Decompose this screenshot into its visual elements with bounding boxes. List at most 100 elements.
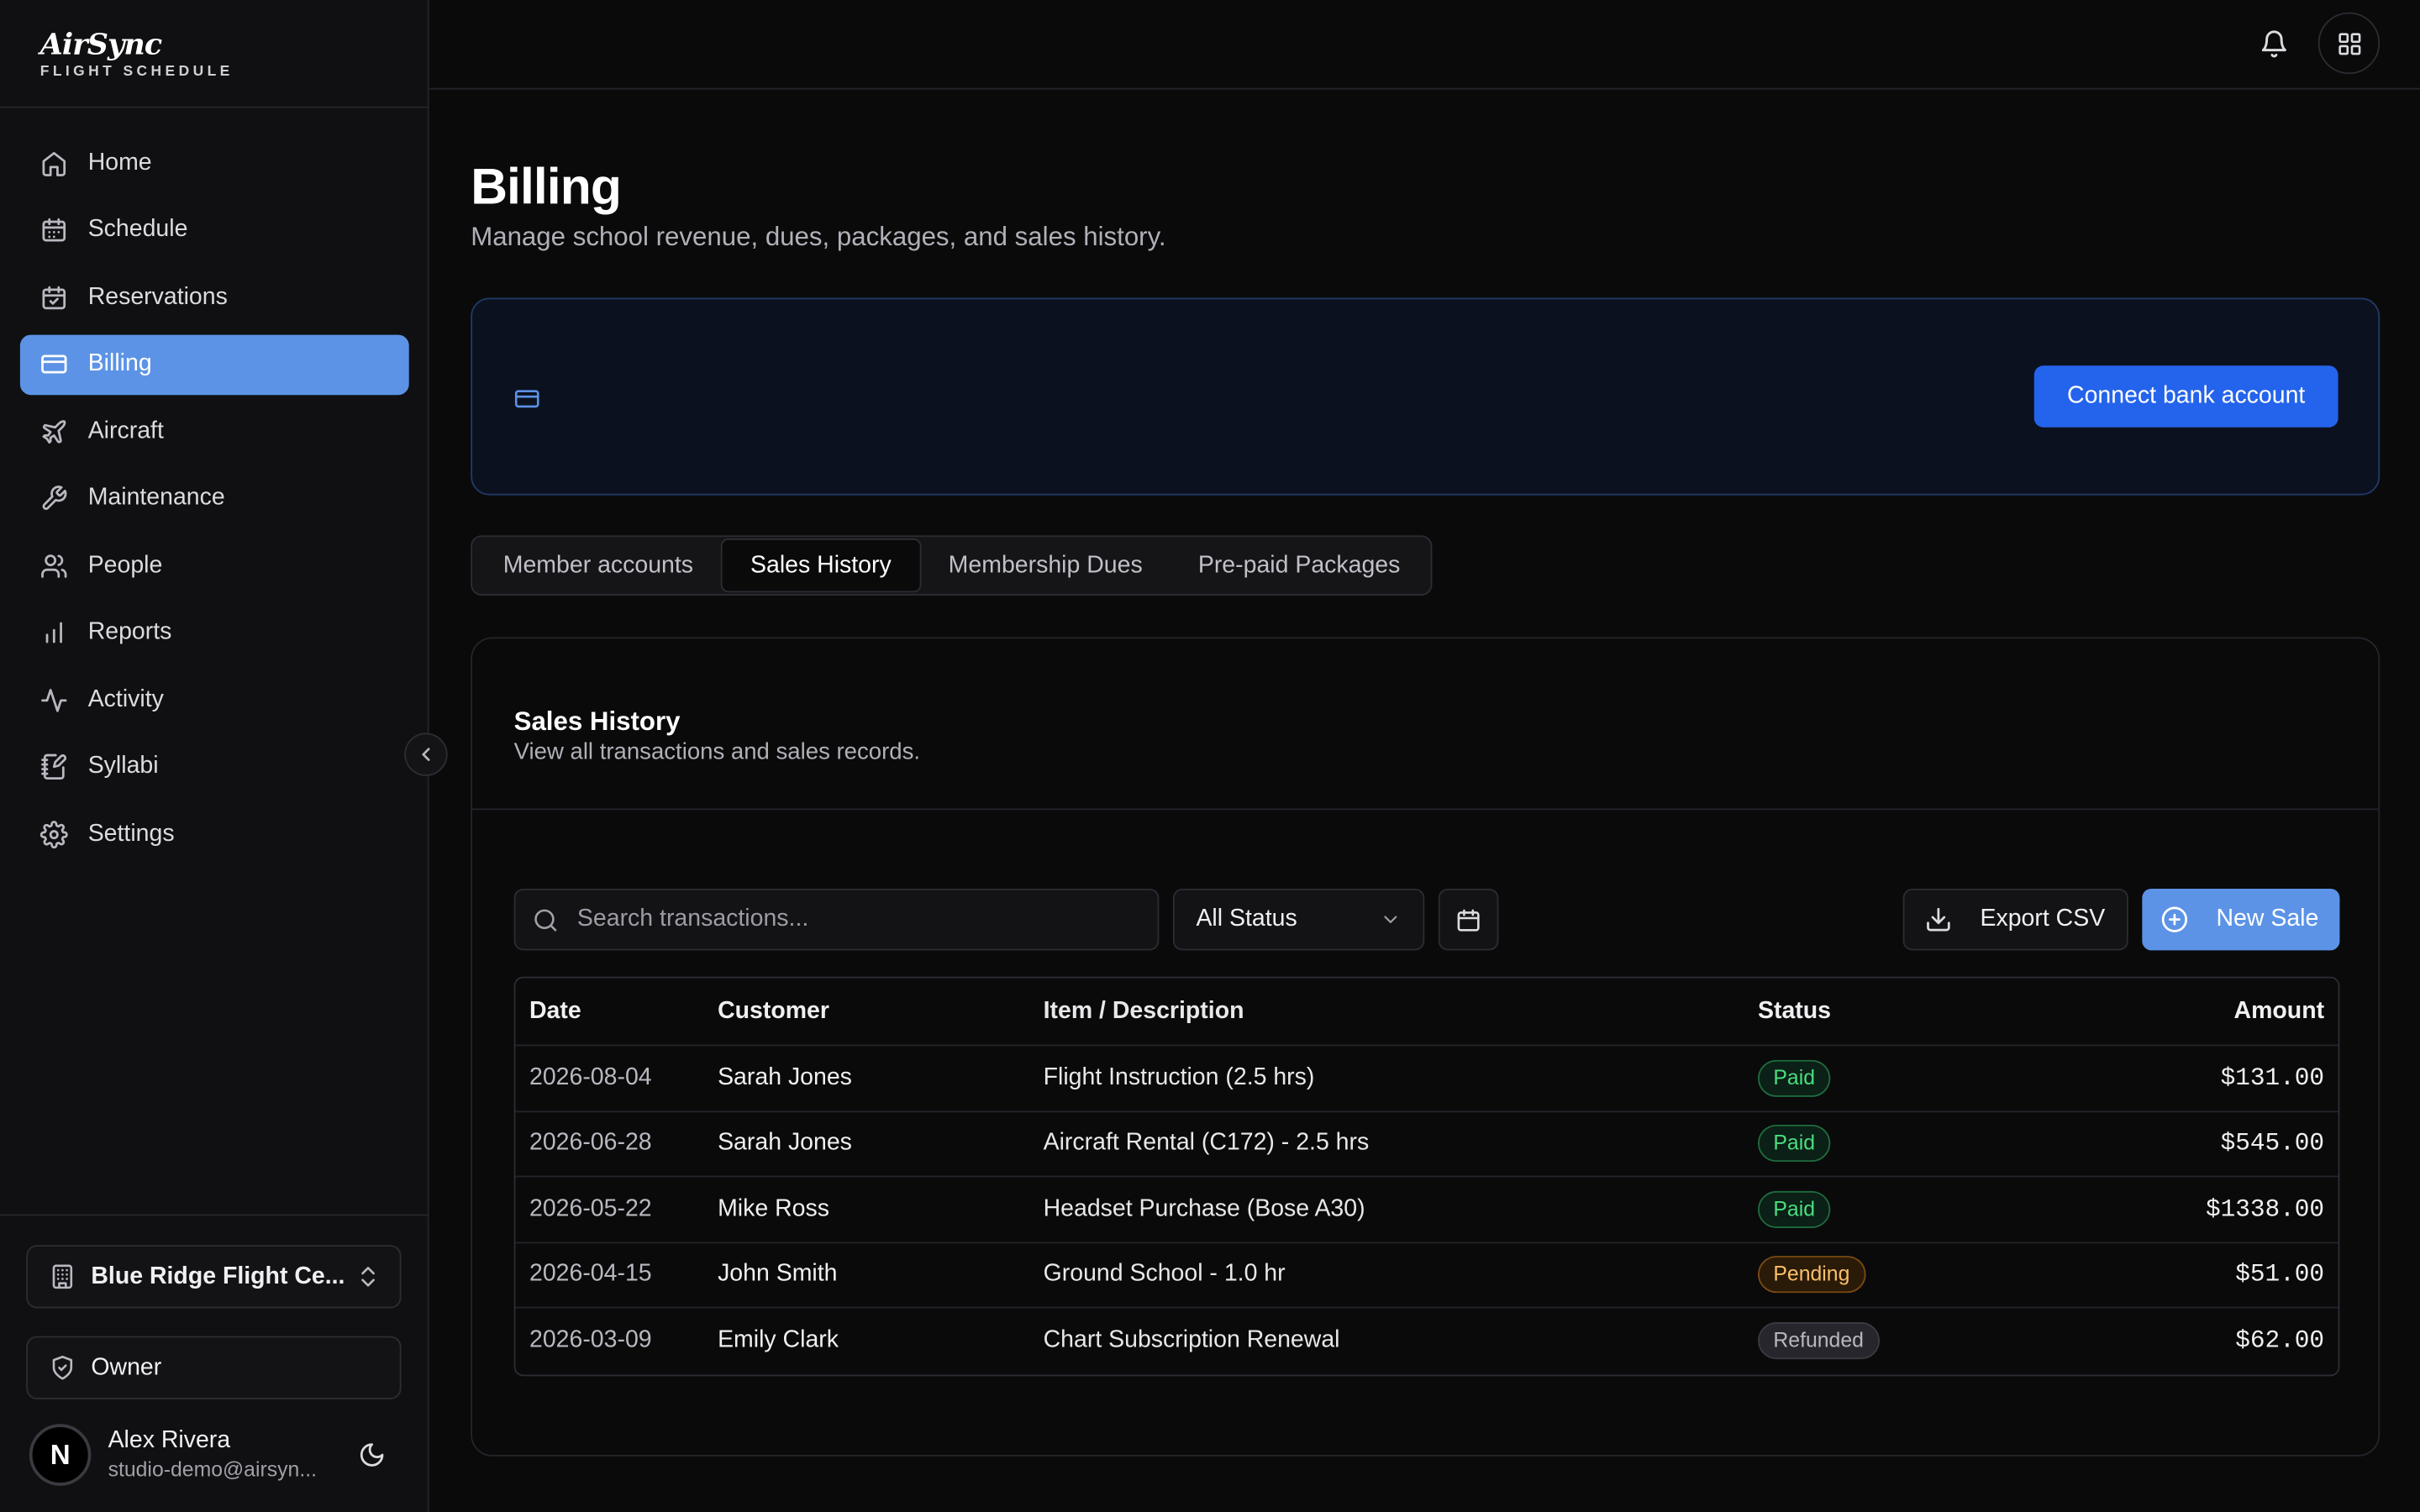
notebook-icon: [41, 753, 67, 780]
cell-amount: $51.00: [2235, 1261, 2325, 1289]
new-sale-label: New Sale: [2216, 906, 2319, 932]
connect-bank-account-button[interactable]: Connect bank account: [2033, 365, 2338, 428]
calendar-icon: [1457, 908, 1480, 931]
cell-date: 2026-06-28: [529, 1129, 652, 1157]
user-email: studio-demo@airsyn...: [108, 1457, 318, 1482]
plus-circle-icon: [2161, 906, 2188, 932]
status-badge: Paid: [1758, 1059, 1831, 1097]
sidebar-item-people[interactable]: People: [20, 535, 409, 596]
gear-icon: [39, 820, 68, 848]
column-header-date[interactable]: Date: [515, 997, 718, 1025]
export-csv-button[interactable]: Export CSV: [1902, 888, 2128, 951]
column-header-status[interactable]: Status: [1758, 997, 2066, 1025]
status-filter-select[interactable]: All Status: [1172, 888, 1425, 951]
status-badge: Pending: [1758, 1256, 1865, 1294]
role-button[interactable]: Owner: [26, 1336, 402, 1399]
sidebar-item-billing[interactable]: Billing: [19, 333, 409, 395]
download-icon: [1927, 907, 1950, 932]
cell-item: Aircraft Rental (C172) - 2.5 hrs: [1043, 1129, 1370, 1157]
brand-name: AirSync: [39, 28, 162, 62]
sidebar-item-label: Syllabi: [87, 753, 159, 780]
status-badge: Paid: [1758, 1190, 1831, 1228]
sidebar-item-aircraft[interactable]: Aircraft: [20, 402, 409, 462]
card-subtitle: View all transactions and sales records.: [513, 738, 921, 766]
table-row[interactable]: 2026-06-28 Sarah Jones Aircraft Rental (…: [515, 1111, 2338, 1178]
column-header-customer[interactable]: Customer: [718, 997, 1044, 1025]
role-label: Owner: [91, 1353, 162, 1380]
page-subtitle: Manage school revenue, dues, packages, a…: [471, 222, 1166, 252]
table-row[interactable]: 2026-08-04 Sarah Jones Flight Instructio…: [515, 1046, 2338, 1112]
new-sale-button[interactable]: New Sale: [2142, 888, 2340, 951]
search-icon: [534, 908, 557, 931]
chevron-left-icon: [422, 748, 430, 761]
tab-membership-dues[interactable]: Membership Dues: [921, 538, 1171, 592]
moon-icon[interactable]: [358, 1441, 386, 1468]
sidebar-item-maintenance[interactable]: Maintenance: [20, 468, 409, 528]
brand-logo[interactable]: AirSync FLIGHT SCHEDULE: [0, 0, 428, 108]
home-icon: [42, 150, 66, 176]
sidebar-footer: Blue Ridge Flight Ce... Owner N Alex Riv…: [0, 1214, 429, 1511]
table-header-row: Date Customer Item / Description Status …: [515, 978, 2338, 1047]
avatar[interactable]: N: [29, 1424, 92, 1486]
sidebar-item-label: Home: [87, 149, 152, 176]
column-header-amount[interactable]: Amount: [2066, 997, 2338, 1025]
sidebar-item-settings[interactable]: Settings: [20, 804, 409, 864]
shield-check-icon: [52, 1355, 73, 1380]
tab-prepaid-packages[interactable]: Pre-paid Packages: [1171, 538, 1428, 592]
sales-history-card: Sales History View all transactions and …: [471, 637, 2381, 1457]
sales-table: Date Customer Item / Description Status …: [513, 976, 2340, 1376]
top-bar: [429, 0, 2420, 90]
sidebar-item-label: Aircraft: [87, 417, 164, 444]
cell-customer: Emily Clark: [718, 1327, 839, 1354]
sidebar-item-activity[interactable]: Activity: [20, 669, 409, 730]
search-input[interactable]: [576, 906, 1134, 934]
wrench-icon: [42, 486, 67, 511]
date-filter-button[interactable]: [1438, 888, 1499, 951]
organization-name: Blue Ridge Flight Ce...: [91, 1263, 345, 1289]
bell-icon[interactable]: [2260, 29, 2289, 59]
search-box: [513, 888, 1160, 951]
table-row[interactable]: 2026-04-15 John Smith Ground School - 1.…: [515, 1242, 2338, 1309]
cell-item: Chart Subscription Renewal: [1043, 1327, 1340, 1354]
sidebar-collapse-button[interactable]: [404, 732, 448, 776]
column-header-item[interactable]: Item / Description: [1044, 997, 1758, 1025]
cell-customer: Sarah Jones: [718, 1063, 852, 1091]
cell-customer: Sarah Jones: [718, 1129, 852, 1157]
sidebar-item-label: Billing: [87, 349, 152, 377]
cell-customer: John Smith: [718, 1261, 838, 1288]
tab-member-accounts[interactable]: Member accounts: [476, 538, 721, 592]
cell-date: 2026-03-09: [529, 1327, 652, 1354]
sidebar-item-label: Schedule: [87, 216, 188, 243]
table-row[interactable]: 2026-05-22 Mike Ross Headset Purchase (B…: [515, 1177, 2338, 1243]
cell-date: 2026-05-22: [529, 1194, 652, 1222]
table-row[interactable]: 2026-03-09 Emily Clark Chart Subscriptio…: [515, 1309, 2338, 1374]
activity-icon: [41, 688, 67, 711]
building-icon: [52, 1264, 73, 1289]
cell-date: 2026-08-04: [529, 1063, 652, 1091]
calendar-icon: [42, 218, 66, 242]
sidebar-item-label: Reservations: [87, 283, 228, 310]
tab-sales-history[interactable]: Sales History: [721, 538, 921, 593]
users-icon: [41, 554, 67, 577]
apps-menu-button[interactable]: [2317, 12, 2381, 75]
cell-date: 2026-04-15: [529, 1261, 652, 1288]
status-filter-value: All Status: [1196, 906, 1297, 932]
user-name: Alex Rivera: [108, 1426, 231, 1454]
card-title: Sales History: [513, 706, 681, 737]
sidebar-item-reservations[interactable]: Reservations: [20, 267, 409, 328]
sidebar-item-schedule[interactable]: Schedule: [20, 200, 409, 260]
sidebar-item-home[interactable]: Home: [20, 133, 409, 193]
chevron-down-icon: [1384, 916, 1397, 923]
cell-customer: Mike Ross: [718, 1194, 829, 1222]
cell-amount: $62.00: [2235, 1327, 2325, 1356]
user-profile[interactable]: N Alex Rivera studio-demo@airsyn...: [29, 1420, 408, 1490]
sidebar-item-syllabi[interactable]: Syllabi: [20, 737, 409, 797]
organization-switcher[interactable]: Blue Ridge Flight Ce...: [26, 1245, 402, 1309]
bar-chart-icon: [45, 622, 62, 643]
cell-amount: $545.00: [2220, 1129, 2325, 1158]
sidebar-item-reports[interactable]: Reports: [20, 602, 409, 663]
cell-amount: $1338.00: [2205, 1194, 2325, 1224]
bank-connect-banner: Connect bank account: [471, 297, 2381, 496]
grid-icon: [2338, 32, 2360, 55]
sidebar-item-label: Maintenance: [87, 484, 225, 511]
